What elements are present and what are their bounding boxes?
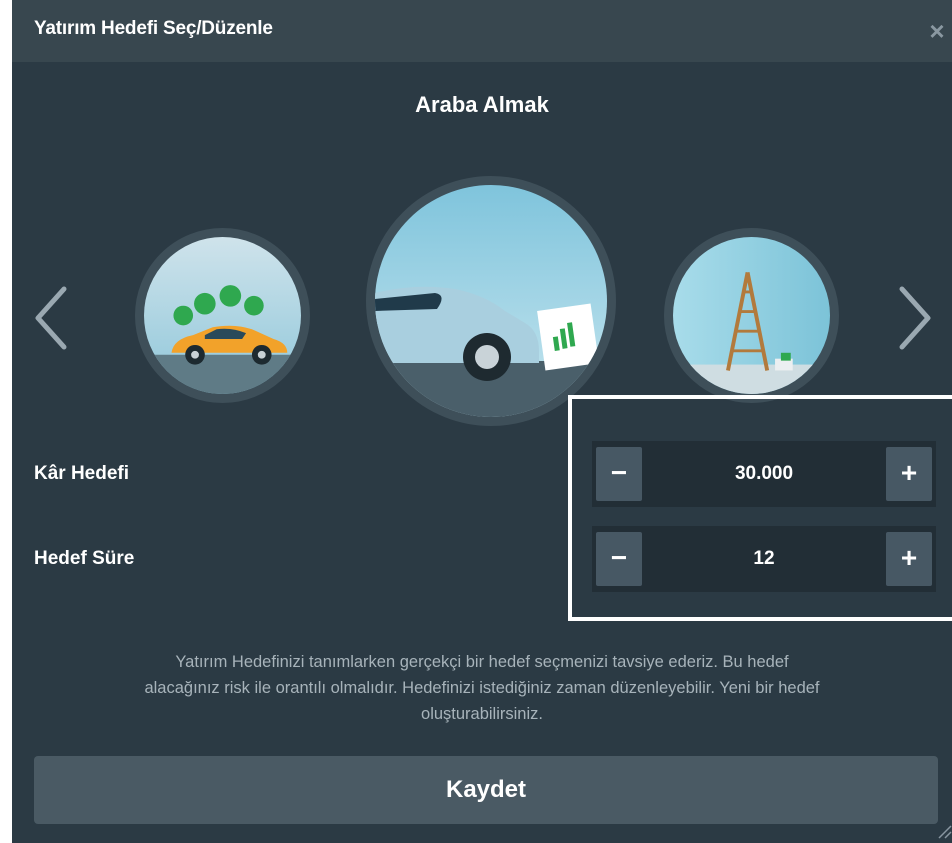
dialog-titlebar: Yatırım Hedefi Seç/Düzenle × <box>12 0 952 62</box>
target-duration-stepper: − 12 + <box>592 526 936 592</box>
info-line-1: Yatırım Hedefinizi tanımlarken gerçekçi … <box>175 653 789 671</box>
profit-target-label: Kâr Hedefi <box>34 463 130 484</box>
goal-dialog: Yatırım Hedefi Seç/Düzenle × Araba Almak <box>12 0 952 843</box>
chevron-left-icon[interactable] <box>28 283 74 353</box>
car-investment-illustration <box>144 237 301 394</box>
dialog-title: Yatırım Hedefi Seç/Düzenle <box>34 18 273 39</box>
resize-grip-icon[interactable] <box>936 823 952 839</box>
info-line-3: oluşturabilirsiniz. <box>421 705 543 723</box>
goal-option-previous[interactable] <box>135 228 310 403</box>
selected-goal-title: Araba Almak <box>415 92 549 117</box>
profit-increase-button[interactable]: + <box>886 447 932 501</box>
profit-decrease-button[interactable]: − <box>596 447 642 501</box>
car-illustration <box>375 185 607 417</box>
profit-target-value[interactable]: 30.000 <box>642 441 886 507</box>
goal-option-selected[interactable] <box>366 176 616 426</box>
info-text: Yatırım Hedefinizi tanımlarken gerçekçi … <box>12 649 952 727</box>
target-duration-value[interactable]: 12 <box>642 526 886 592</box>
close-icon[interactable]: × <box>922 14 952 48</box>
profit-target-stepper: − 30.000 + <box>592 441 936 507</box>
ladder-illustration <box>673 237 830 394</box>
duration-increase-button[interactable]: + <box>886 532 932 586</box>
info-line-2: alacağınız risk ile orantılı olmalıdır. … <box>144 679 820 697</box>
goal-option-next[interactable] <box>664 228 839 403</box>
save-button[interactable]: Kaydet <box>34 756 938 824</box>
duration-decrease-button[interactable]: − <box>596 532 642 586</box>
chevron-right-icon[interactable] <box>892 283 938 353</box>
target-duration-label: Hedef Süre <box>34 548 135 569</box>
